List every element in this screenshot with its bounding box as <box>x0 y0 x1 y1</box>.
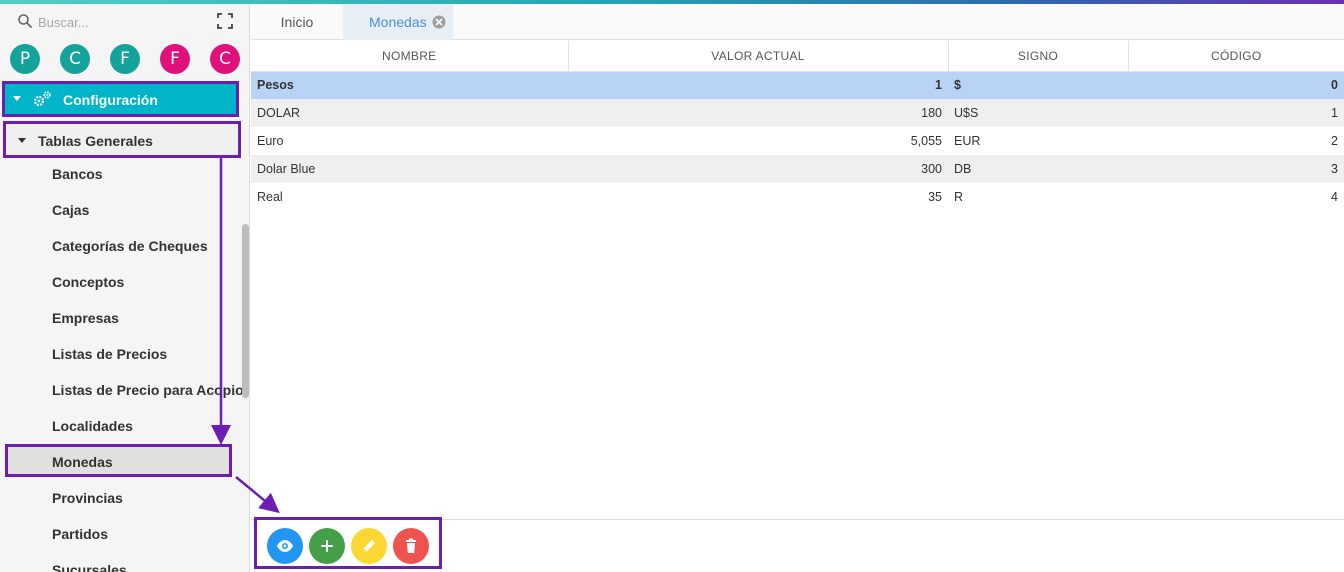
caret-down-icon <box>13 96 21 101</box>
nav-tablas-generales-label: Tablas Generales <box>38 133 153 149</box>
cell-signo: R <box>954 190 964 204</box>
sidebar-item-label: Empresas <box>52 310 119 326</box>
cell-valor-actual: 1 <box>568 71 948 99</box>
sidebar-item-listas-de-precio-para-acopio[interactable]: Listas de Precio para Acopio <box>0 372 244 408</box>
sidebar-item-cajas[interactable]: Cajas <box>0 192 240 228</box>
table-row[interactable]: Pesos 1 $ 0 <box>251 71 1344 99</box>
fullscreen-icon[interactable] <box>217 13 233 29</box>
sidebar-item-listas-de-precios[interactable]: Listas de Precios <box>0 336 240 372</box>
avatar[interactable]: F <box>110 44 140 74</box>
sidebar-item-monedas[interactable]: Monedas <box>5 444 232 477</box>
cell-valor-actual: 35 <box>928 190 942 204</box>
nav-configuracion-label: Configuración <box>63 92 158 108</box>
sidebar-item-bancos[interactable]: Bancos <box>0 156 240 192</box>
tab-inicio[interactable]: Inicio <box>251 4 343 40</box>
sidebar-item-label: Localidades <box>52 418 133 434</box>
cell-valor-actual: 5,055 <box>910 134 942 148</box>
close-tab-icon[interactable] <box>432 15 446 29</box>
cell-nombre: Real <box>257 190 283 204</box>
user-avatars: P C F F C <box>0 44 249 76</box>
tab-bar: Inicio Monedas <box>251 4 1344 40</box>
sidebar-item-label: Listas de Precios <box>52 346 168 362</box>
cell-codigo: 0 <box>1128 71 1344 99</box>
cell-signo: U$S <box>948 99 1128 127</box>
tab-label: Inicio <box>280 14 314 30</box>
nav-configuracion[interactable]: Configuración <box>2 81 239 117</box>
sidebar-scrollbar[interactable] <box>242 224 249 398</box>
sidebar-item-categorias-de-cheques[interactable]: Categorías de Cheques <box>0 228 240 264</box>
add-button[interactable] <box>309 528 345 564</box>
avatar[interactable]: C <box>210 44 240 74</box>
cell-signo: $ <box>948 71 1128 99</box>
cell-nombre: Dolar Blue <box>251 155 568 183</box>
sidebar-item-label: Partidos <box>52 526 109 542</box>
column-header-codigo[interactable]: CÓDIGO <box>1128 41 1344 72</box>
tab-label: Monedas <box>369 14 427 30</box>
table-row[interactable]: Euro 5,055 EUR 2 <box>251 127 1344 155</box>
column-header-valor-actual[interactable]: VALOR ACTUAL <box>568 41 949 72</box>
sidebar-item-label: Sucursales <box>52 562 127 572</box>
pencil-icon <box>363 540 375 552</box>
sidebar-item-sucursales[interactable]: Sucursales <box>0 552 240 572</box>
cell-nombre: DOLAR <box>251 99 568 127</box>
cell-signo: EUR <box>954 134 981 148</box>
sidebar-item-partidos[interactable]: Partidos <box>0 516 240 552</box>
sidebar-item-conceptos[interactable]: Conceptos <box>0 264 240 300</box>
table-row[interactable]: Dolar Blue 300 DB 3 <box>251 155 1344 183</box>
monedas-table: NOMBRE VALOR ACTUAL SIGNO CÓDIGO Pesos 1… <box>251 41 1344 211</box>
table-header-row: NOMBRE VALOR ACTUAL SIGNO CÓDIGO <box>251 41 1344 72</box>
sidebar-item-label: Bancos <box>52 166 103 182</box>
column-header-nombre[interactable]: NOMBRE <box>251 41 569 72</box>
search-bar <box>0 4 249 40</box>
sidebar-item-label: Provincias <box>52 490 123 506</box>
sidebar-item-label: Listas de Precio para Acopio <box>52 382 244 398</box>
cell-valor-actual: 180 <box>568 99 948 127</box>
sidebar-item-empresas[interactable]: Empresas <box>0 300 240 336</box>
column-header-signo[interactable]: SIGNO <box>948 41 1129 72</box>
nav-tablas-generales[interactable]: Tablas Generales <box>3 121 241 158</box>
sidebar-item-label: Monedas <box>52 454 113 470</box>
view-button[interactable] <box>267 528 303 564</box>
sidebar-item-localidades[interactable]: Localidades <box>0 408 240 444</box>
avatar[interactable]: P <box>10 44 40 74</box>
cell-codigo: 4 <box>1331 190 1338 204</box>
cell-valor-actual: 300 <box>568 155 948 183</box>
action-toolbar <box>254 517 442 569</box>
table-row[interactable]: DOLAR 180 U$S 1 <box>251 99 1344 127</box>
sidebar-item-label: Cajas <box>52 202 90 218</box>
avatar[interactable]: F <box>160 44 190 74</box>
search-icon <box>18 14 32 28</box>
caret-down-icon <box>18 138 26 143</box>
trash-icon <box>406 538 416 553</box>
cell-codigo: 2 <box>1331 134 1338 148</box>
sidebar-item-label: Conceptos <box>52 274 125 290</box>
search-input[interactable] <box>38 11 198 33</box>
gears-icon <box>33 91 51 107</box>
table-row[interactable]: Real 35 R 4 <box>251 183 1344 211</box>
cell-codigo: 1 <box>1128 99 1344 127</box>
cell-nombre: Euro <box>257 134 284 148</box>
cell-nombre: Pesos <box>251 71 568 99</box>
tab-monedas[interactable]: Monedas <box>343 4 453 40</box>
edit-button[interactable] <box>351 528 387 564</box>
eye-icon <box>277 540 293 552</box>
plus-icon <box>321 540 333 552</box>
sidebar-item-provincias[interactable]: Provincias <box>0 480 240 516</box>
main-panel: Inicio Monedas NOMBRE VALOR ACTUAL SIGNO… <box>251 4 1344 572</box>
delete-button[interactable] <box>393 528 429 564</box>
cell-signo: DB <box>948 155 1128 183</box>
sidebar: P C F F C Configuración Tablas Generales… <box>0 4 250 572</box>
sidebar-item-label: Categorías de Cheques <box>52 238 208 254</box>
avatar[interactable]: C <box>60 44 90 74</box>
cell-codigo: 3 <box>1128 155 1344 183</box>
